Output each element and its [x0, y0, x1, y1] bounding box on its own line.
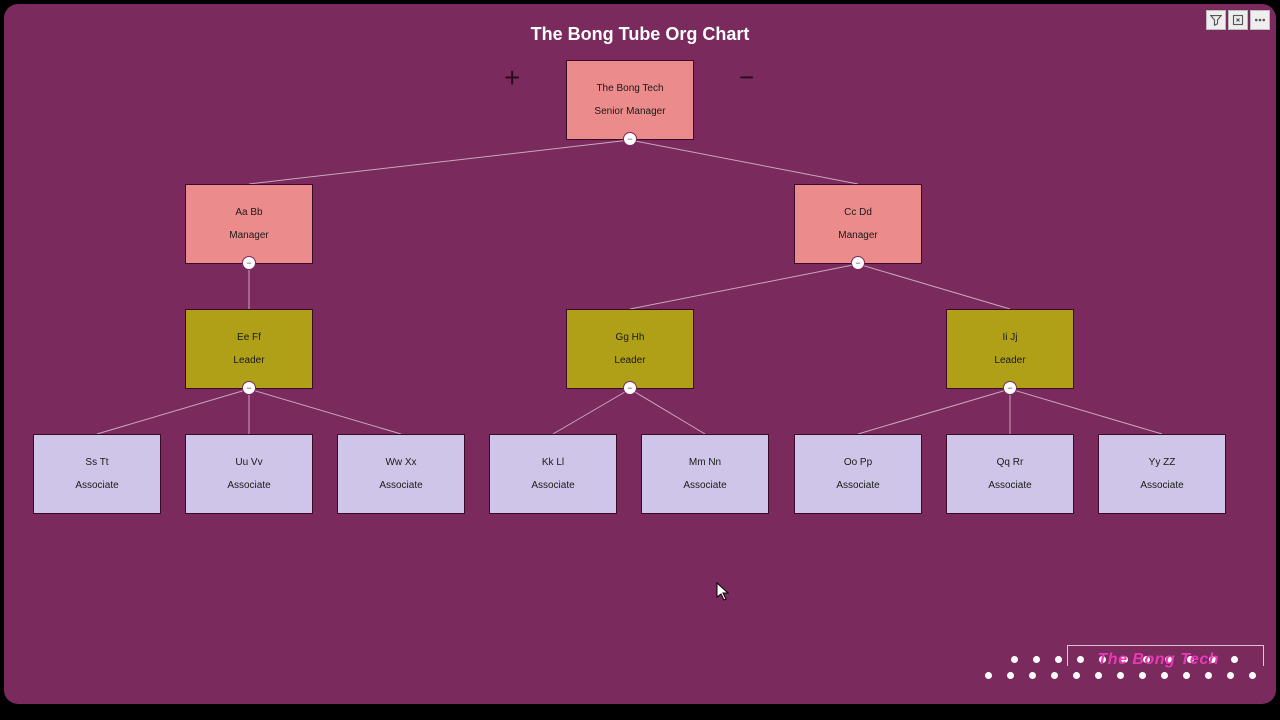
node-role: Associate — [836, 480, 879, 491]
node-name: Oo Pp — [844, 457, 872, 468]
node-name: Ww Xx — [385, 457, 416, 468]
org-node-manager[interactable]: Cc DdManager− — [794, 184, 922, 264]
zoom-out-button[interactable]: − — [739, 62, 754, 93]
node-name: Ii Jj — [1003, 332, 1018, 343]
node-name: Kk Ll — [542, 457, 564, 468]
node-name: Uu Vv — [235, 457, 262, 468]
org-node-associate[interactable]: Mm Nn Associate — [641, 434, 769, 514]
collapse-toggle[interactable]: − — [851, 256, 865, 270]
node-role: Associate — [531, 480, 574, 491]
watermark: The Bong Tech — [964, 645, 1264, 690]
focus-mode-button[interactable] — [1228, 10, 1248, 30]
org-node-associate[interactable]: Uu Vv Associate — [185, 434, 313, 514]
org-node-manager[interactable]: Aa BbManager− — [185, 184, 313, 264]
node-role: Manager — [229, 230, 268, 241]
node-name: Cc Dd — [844, 207, 872, 218]
filter-button[interactable] — [1206, 10, 1226, 30]
node-role: Associate — [75, 480, 118, 491]
node-name: Mm Nn — [689, 457, 721, 468]
node-role: Manager — [838, 230, 877, 241]
node-role: Associate — [683, 480, 726, 491]
collapse-toggle[interactable]: − — [623, 132, 637, 146]
org-node-associate[interactable]: Yy ZZ Associate — [1098, 434, 1226, 514]
node-name: The Bong Tech — [596, 83, 663, 94]
node-role: Leader — [614, 355, 645, 366]
node-name: Ss Tt — [85, 457, 108, 468]
node-name: Ee Ff — [237, 332, 261, 343]
org-node-senior[interactable]: The Bong TechSenior Manager− — [566, 60, 694, 140]
org-node-associate[interactable]: Kk Ll Associate — [489, 434, 617, 514]
cursor-icon — [714, 582, 732, 602]
node-name: Gg Hh — [616, 332, 645, 343]
org-node-leader[interactable]: Ee FfLeader− — [185, 309, 313, 389]
node-name: Qq Rr — [997, 457, 1024, 468]
org-node-associate[interactable]: Oo Pp Associate — [794, 434, 922, 514]
collapse-toggle[interactable]: − — [623, 381, 637, 395]
more-options-button[interactable] — [1250, 10, 1270, 30]
node-role: Associate — [1140, 480, 1183, 491]
collapse-toggle[interactable]: − — [1003, 381, 1017, 395]
org-node-leader[interactable]: Gg HhLeader− — [566, 309, 694, 389]
org-chart-canvas[interactable]: The Bong Tube Org Chart + − The Bong Tec… — [4, 4, 1276, 704]
node-name: Yy ZZ — [1149, 457, 1176, 468]
node-role: Associate — [227, 480, 270, 491]
org-node-associate[interactable]: Ss Tt Associate — [33, 434, 161, 514]
org-node-associate[interactable]: Ww Xx Associate — [337, 434, 465, 514]
chart-title: The Bong Tube Org Chart — [4, 24, 1276, 45]
node-role: Senior Manager — [594, 106, 665, 117]
node-role: Associate — [988, 480, 1031, 491]
collapse-toggle[interactable]: − — [242, 256, 256, 270]
collapse-toggle[interactable]: − — [242, 381, 256, 395]
node-role: Associate — [379, 480, 422, 491]
org-node-associate[interactable]: Qq Rr Associate — [946, 434, 1074, 514]
node-name: Aa Bb — [235, 207, 262, 218]
org-node-leader[interactable]: Ii JjLeader− — [946, 309, 1074, 389]
node-role: Leader — [994, 355, 1025, 366]
zoom-in-button[interactable]: + — [504, 62, 520, 94]
chart-toolbar — [1206, 10, 1270, 30]
watermark-text: The Bong Tech — [1098, 651, 1219, 669]
node-role: Leader — [233, 355, 264, 366]
